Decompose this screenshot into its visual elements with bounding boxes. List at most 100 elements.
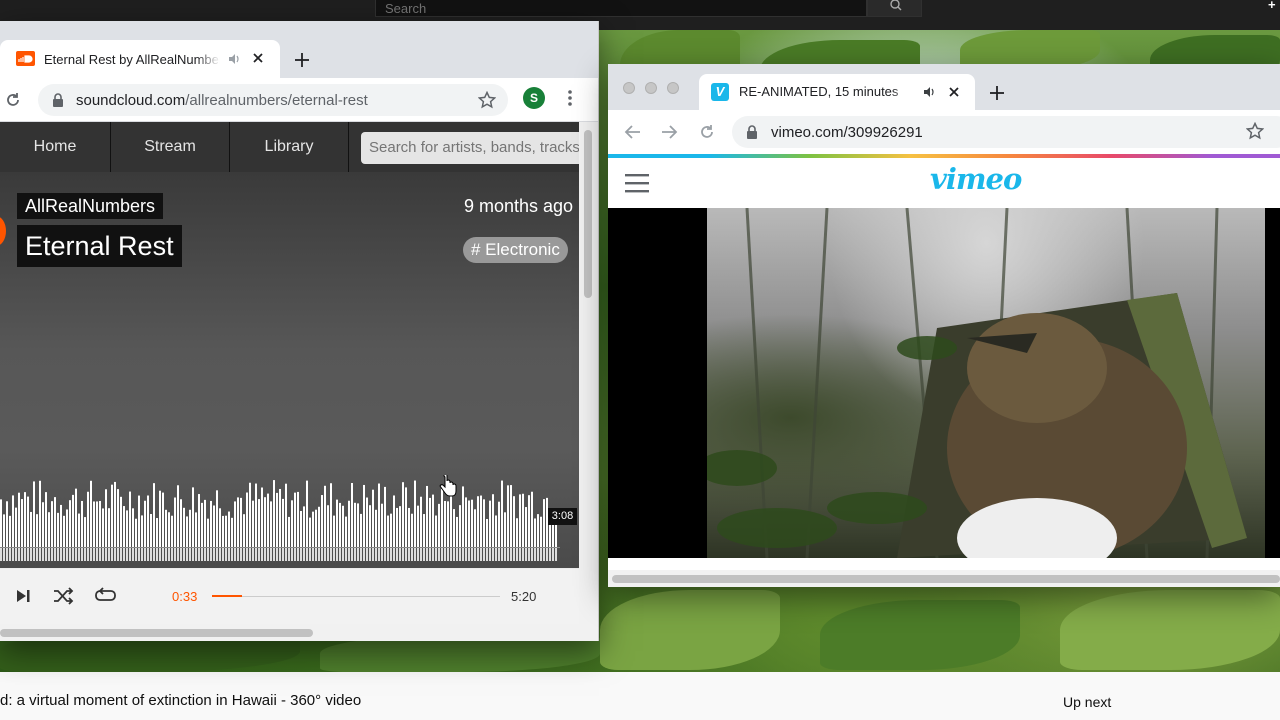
waveform-reflection-bar — [459, 548, 461, 561]
waveform-bar — [168, 512, 170, 547]
waveform-bar — [402, 482, 404, 547]
waveform-reflection-bar — [225, 548, 227, 561]
waveform-reflection-bar — [72, 548, 74, 561]
close-icon[interactable] — [251, 51, 265, 65]
waveform-bar — [429, 497, 431, 547]
shuffle-icon[interactable] — [53, 586, 75, 606]
waveform-reflection-bar — [177, 548, 179, 561]
profile-avatar[interactable]: S — [523, 87, 545, 109]
progress-fill — [212, 595, 242, 597]
zoom-window-button[interactable] — [667, 82, 679, 94]
waveform-bar — [270, 501, 272, 547]
waveform-bar — [177, 485, 179, 547]
waveform-bar — [468, 500, 470, 547]
waveform-reflection-bar — [6, 548, 8, 561]
bookmark-star-icon[interactable] — [1246, 122, 1264, 140]
close-icon[interactable] — [947, 85, 961, 99]
nav-stream[interactable]: Stream — [111, 122, 230, 172]
waveform-bar — [438, 503, 440, 547]
progress-bar[interactable] — [212, 595, 500, 597]
waveform-reflection-bar — [219, 548, 221, 561]
soundcloud-search-input[interactable] — [361, 132, 579, 164]
waveform-reflection-bar — [210, 548, 212, 561]
speaker-icon[interactable] — [922, 85, 936, 99]
horizontal-scrollbar[interactable] — [0, 624, 579, 641]
waveform-bar — [186, 516, 188, 547]
waveform-reflection-bar — [63, 548, 65, 561]
waveform-reflection-bar — [486, 548, 488, 561]
waveform-bar — [474, 509, 476, 547]
new-tab-plus-icon[interactable] — [292, 50, 312, 70]
forward-arrow-icon[interactable] — [660, 123, 678, 141]
waveform-bar — [0, 499, 2, 547]
youtube-search-button[interactable] — [867, 0, 922, 17]
waveform-bar — [384, 486, 386, 547]
waveform-reflection-bar — [24, 548, 26, 561]
waveform-reflection-bar — [156, 548, 158, 561]
new-tab-plus-icon[interactable] — [987, 83, 1007, 103]
waveform-reflection-bar — [429, 548, 431, 561]
nav-library[interactable]: Library — [230, 122, 349, 172]
waveform-bar — [147, 495, 149, 547]
close-window-button[interactable] — [623, 82, 635, 94]
waveform-reflection-bar — [327, 548, 329, 561]
waveform-reflection-bar — [438, 548, 440, 561]
waveform-bar — [36, 514, 38, 547]
waveform-bar — [282, 498, 284, 547]
youtube-search-input[interactable] — [375, 0, 867, 17]
waveform-bar — [6, 501, 8, 547]
waveform-bar — [303, 506, 305, 547]
tab-vimeo[interactable]: V RE-ANIMATED, 15 minutes — [699, 74, 975, 110]
skip-next-icon[interactable] — [15, 588, 31, 604]
waveform-reflection-bar — [246, 548, 248, 561]
waveform-bar — [378, 483, 380, 547]
more-menu-icon[interactable] — [562, 88, 578, 108]
address-bar[interactable]: soundcloud.com/allrealnumbers/eternal-re… — [38, 84, 508, 116]
waveform-bar — [420, 496, 422, 547]
waveform-bar — [123, 506, 125, 547]
reload-icon[interactable] — [698, 123, 716, 141]
speaker-icon[interactable] — [227, 52, 241, 66]
waveform[interactable] — [0, 451, 560, 561]
waveform-reflection-bar — [411, 548, 413, 561]
waveform-bar — [273, 480, 275, 547]
waveform-reflection-bar — [201, 548, 203, 561]
waveform-reflection-bar — [312, 548, 314, 561]
waveform-bar — [210, 500, 212, 547]
waveform-reflection-bar — [519, 548, 521, 561]
bookmark-star-icon[interactable] — [478, 91, 496, 109]
tab-soundcloud[interactable]: Eternal Rest by AllRealNumbers — [0, 40, 280, 78]
nav-home[interactable]: Home — [0, 122, 111, 172]
artist-name[interactable]: AllRealNumbers — [17, 193, 164, 219]
hamburger-menu-icon[interactable] — [625, 172, 649, 194]
scrollbar-thumb[interactable] — [0, 629, 313, 637]
vertical-scrollbar[interactable] — [579, 122, 598, 641]
waveform-bar — [336, 499, 338, 547]
reload-icon[interactable] — [4, 91, 22, 109]
waveform-bar — [99, 500, 101, 547]
waveform-reflection-bar — [483, 548, 485, 561]
address-bar[interactable]: vimeo.com/309926291 — [732, 116, 1280, 148]
vimeo-logo[interactable]: vimeo — [930, 162, 1022, 196]
minimize-window-button[interactable] — [645, 82, 657, 94]
soundcloud-nav: Home Stream Library — [0, 122, 579, 172]
waveform-bar — [42, 502, 44, 547]
waveform-bar — [471, 499, 473, 547]
repeat-icon[interactable] — [95, 586, 117, 606]
genre-tag[interactable]: # Electronic — [463, 237, 568, 263]
waveform-reflection-bar — [366, 548, 368, 561]
waveform-bar — [279, 488, 281, 547]
waveform-bar — [45, 492, 47, 547]
lock-icon — [53, 93, 63, 107]
waveform-reflection-bar — [75, 548, 77, 561]
scrollbar-thumb[interactable] — [584, 130, 592, 298]
scrollbar-thumb[interactable] — [612, 575, 1280, 583]
horizontal-scrollbar[interactable] — [608, 570, 1280, 587]
waveform-reflection-bar — [297, 548, 299, 561]
back-arrow-icon[interactable] — [624, 123, 642, 141]
tab-strip: V RE-ANIMATED, 15 minutes — [608, 64, 1280, 110]
waveform-reflection-bar — [348, 548, 350, 561]
create-icon[interactable]: + — [1268, 0, 1280, 12]
waveform-reflection-bar — [108, 548, 110, 561]
vimeo-video-player[interactable] — [608, 208, 1280, 558]
